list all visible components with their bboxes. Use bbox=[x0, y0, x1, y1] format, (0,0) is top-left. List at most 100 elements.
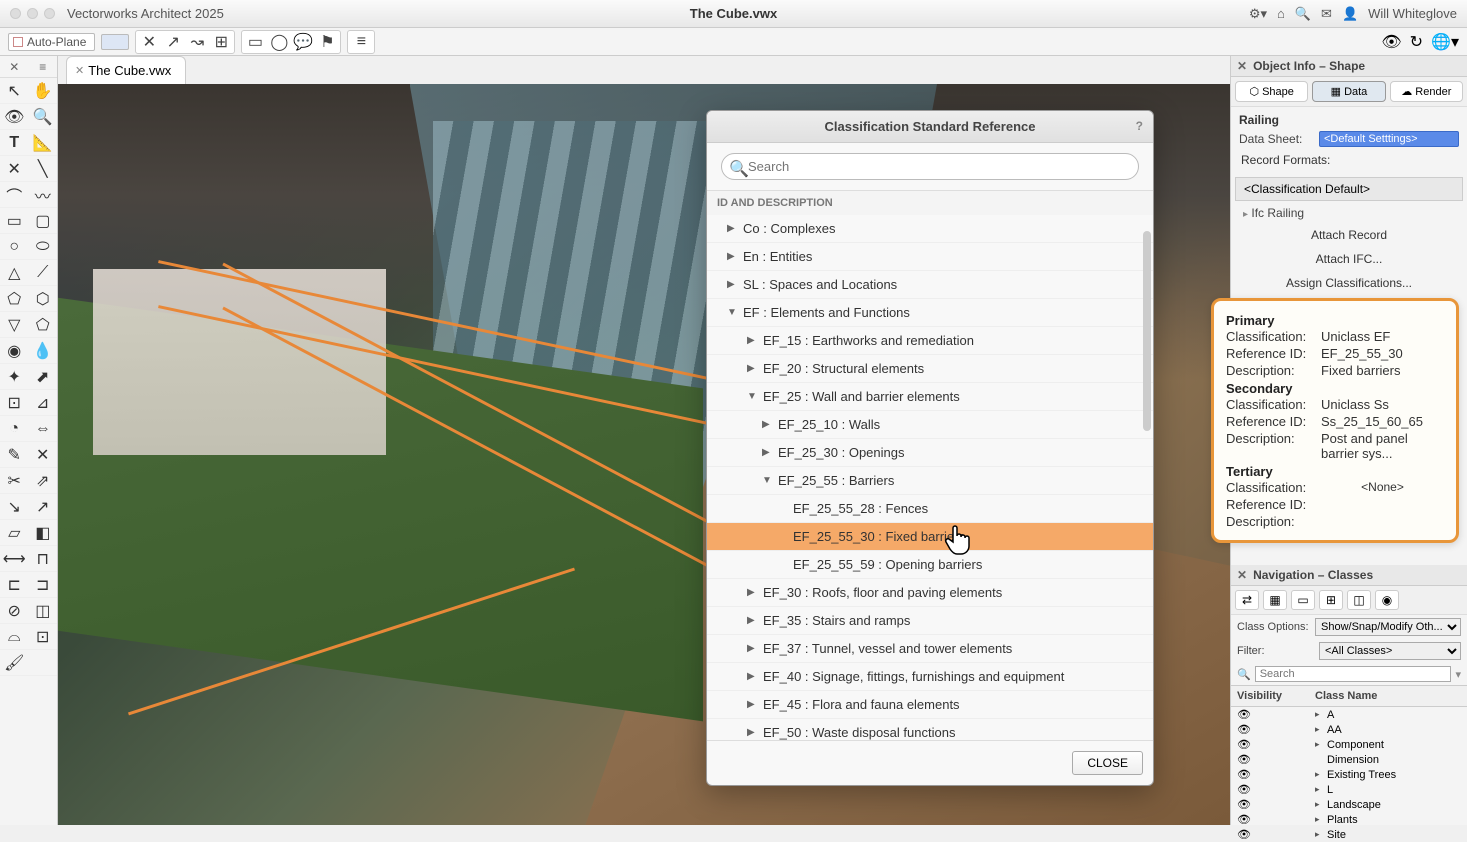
tool-icon[interactable]: ⊏ bbox=[0, 572, 29, 598]
tool-icon[interactable]: ↝ bbox=[186, 33, 208, 51]
dropdown-icon[interactable]: ▾ bbox=[1455, 668, 1461, 681]
tool-scissors-icon[interactable]: ✂ bbox=[0, 468, 29, 494]
eye-icon[interactable]: 👁 bbox=[1237, 813, 1261, 826]
tool-eyedrop-icon[interactable]: 💧 bbox=[29, 338, 58, 364]
tree-row[interactable]: ▶EF_37 : Tunnel, vessel and tower elemen… bbox=[707, 635, 1153, 663]
nav-icon[interactable]: ◫ bbox=[1347, 590, 1371, 610]
nav-icon[interactable]: ⇄ bbox=[1235, 590, 1259, 610]
tool-text-icon[interactable]: T bbox=[0, 130, 29, 156]
class-row[interactable]: 👁▸Component bbox=[1231, 737, 1467, 752]
tool-icon[interactable]: ◯ bbox=[268, 33, 290, 51]
globe-icon[interactable]: 🌐▾ bbox=[1431, 32, 1459, 52]
tool-orbit-icon[interactable]: 👁 bbox=[0, 104, 29, 130]
tool-icon[interactable]: ▱ bbox=[0, 520, 29, 546]
nav-icon[interactable]: ⊞ bbox=[1319, 590, 1343, 610]
tool-ellipse-icon[interactable]: ⬭ bbox=[29, 234, 58, 260]
tool-icon[interactable]: ▭ bbox=[244, 33, 266, 51]
scrollbar[interactable] bbox=[1143, 231, 1151, 431]
refresh-icon[interactable]: ↻ bbox=[1410, 32, 1423, 52]
tool-measure-icon[interactable]: 📐 bbox=[29, 130, 58, 156]
close-panel-icon[interactable]: ✕ bbox=[1237, 59, 1247, 73]
mail-icon[interactable]: ✉ bbox=[1321, 6, 1332, 22]
filter-select[interactable]: <All Classes> bbox=[1319, 642, 1461, 660]
class-row[interactable]: 👁Dimension bbox=[1231, 752, 1467, 767]
tool-icon[interactable]: ⊿ bbox=[29, 390, 58, 416]
eye-icon[interactable]: 👁 bbox=[1237, 708, 1261, 721]
class-row[interactable]: 👁▸A bbox=[1231, 707, 1467, 722]
nav-icon[interactable]: ▦ bbox=[1263, 590, 1287, 610]
tool-icon[interactable]: ⟷ bbox=[0, 546, 29, 572]
tool-roundrect-icon[interactable]: ▢ bbox=[29, 208, 58, 234]
tool-freehand-icon[interactable]: 〰 bbox=[29, 182, 58, 208]
tool-shape-icon[interactable]: ⬡ bbox=[29, 286, 58, 312]
tool-icon[interactable]: ◧ bbox=[29, 520, 58, 546]
close-window-icon[interactable] bbox=[10, 8, 21, 19]
tool-icon[interactable]: ▽ bbox=[0, 312, 29, 338]
tool-line-icon[interactable]: ╲ bbox=[29, 156, 58, 182]
tree-row[interactable]: EF_25_55_30 : Fixed barriers bbox=[707, 523, 1153, 551]
close-button[interactable]: CLOSE bbox=[1072, 751, 1143, 775]
tree-row[interactable]: ▼EF : Elements and Functions bbox=[707, 299, 1153, 327]
autoplane-toggle[interactable]: Auto-Plane bbox=[8, 33, 95, 51]
tree-row[interactable]: ▶EF_40 : Signage, fittings, furnishings … bbox=[707, 663, 1153, 691]
eye-icon[interactable]: 👁 bbox=[1237, 828, 1261, 841]
tool-icon[interactable]: ⊡ bbox=[29, 624, 58, 650]
tool-zoom-icon[interactable]: 🔍 bbox=[29, 104, 58, 130]
tree-row[interactable]: ▶EF_35 : Stairs and ramps bbox=[707, 607, 1153, 635]
tool-polygon-icon[interactable]: ⬠ bbox=[0, 286, 29, 312]
tree-row[interactable]: ▶EF_25_10 : Walls bbox=[707, 411, 1153, 439]
tool-icon[interactable]: ↗ bbox=[29, 494, 58, 520]
tree-row[interactable]: ▶Co : Complexes bbox=[707, 215, 1153, 243]
class-row[interactable]: 👁▸L bbox=[1231, 782, 1467, 797]
nav-search-input[interactable] bbox=[1255, 666, 1452, 682]
tool-triangle-icon[interactable]: △ bbox=[0, 260, 29, 286]
user-icon[interactable]: 👤 bbox=[1342, 6, 1358, 22]
close-panel-icon[interactable]: ✕ bbox=[1237, 568, 1247, 582]
tool-paint-icon[interactable]: 🖌 bbox=[0, 650, 29, 676]
tool-icon[interactable]: ≡ bbox=[350, 33, 372, 51]
tree-row[interactable]: ▶En : Entities bbox=[707, 243, 1153, 271]
datasheet-select[interactable]: <Default Setttings> bbox=[1319, 131, 1459, 147]
class-row[interactable]: 👁▸Landscape bbox=[1231, 797, 1467, 812]
tool-icon[interactable]: ⚑ bbox=[316, 33, 338, 51]
eye-icon[interactable]: 👁 bbox=[1237, 753, 1261, 766]
dialog-search-input[interactable] bbox=[721, 153, 1139, 180]
tree-row[interactable]: ▶EF_50 : Waste disposal functions bbox=[707, 719, 1153, 740]
tool-icon[interactable]: ⊞ bbox=[210, 33, 232, 51]
tool-rect-icon[interactable]: ▭ bbox=[0, 208, 29, 234]
tool-arc-icon[interactable]: ⌒ bbox=[0, 182, 29, 208]
close-icon[interactable]: ✕ bbox=[0, 56, 29, 77]
tree-row[interactable]: ▶SL : Spaces and Locations bbox=[707, 271, 1153, 299]
tab-render[interactable]: ☁Render bbox=[1390, 81, 1463, 102]
tool-icon[interactable]: ✕ bbox=[29, 442, 58, 468]
visibility-icon[interactable]: 👁 bbox=[1381, 32, 1401, 52]
tree-row[interactable]: ▶EF_15 : Earthworks and remediation bbox=[707, 327, 1153, 355]
tool-icon[interactable]: ⇗ bbox=[29, 468, 58, 494]
document-tab[interactable]: ✕ The Cube.vwx bbox=[66, 56, 186, 84]
tool-select-icon[interactable]: ⬈ bbox=[29, 364, 58, 390]
tool-icon[interactable]: ◫ bbox=[29, 598, 58, 624]
eye-icon[interactable]: 👁 bbox=[1237, 783, 1261, 796]
tree-row[interactable]: ▶EF_20 : Structural elements bbox=[707, 355, 1153, 383]
tree-row[interactable]: ▶EF_45 : Flora and fauna elements bbox=[707, 691, 1153, 719]
tool-icon[interactable]: ⊡ bbox=[0, 390, 29, 416]
gear-icon[interactable]: ⚙︎▾ bbox=[1249, 6, 1267, 22]
minimize-window-icon[interactable] bbox=[27, 8, 38, 19]
eye-icon[interactable]: 👁 bbox=[1237, 738, 1261, 751]
attach-ifc-button[interactable]: Attach IFC... bbox=[1238, 249, 1460, 269]
tool-brush-icon[interactable]: ✎ bbox=[0, 442, 29, 468]
tool-icon[interactable]: ✕ bbox=[0, 156, 29, 182]
eye-icon[interactable]: 👁 bbox=[1237, 768, 1261, 781]
tree-row[interactable]: EF_25_55_28 : Fences bbox=[707, 495, 1153, 523]
class-row[interactable]: 👁▸AA bbox=[1231, 722, 1467, 737]
nav-icon[interactable]: ◉ bbox=[1375, 590, 1399, 610]
tool-icon[interactable]: ↘ bbox=[0, 494, 29, 520]
tool-cursor-icon[interactable]: ↖ bbox=[0, 78, 29, 104]
tool-spiral-icon[interactable]: ◉ bbox=[0, 338, 29, 364]
tree-row[interactable]: ▶EF_30 : Roofs, floor and paving element… bbox=[707, 579, 1153, 607]
menu-icon[interactable]: ≡ bbox=[29, 56, 58, 77]
tool-circle-icon[interactable]: ○ bbox=[0, 234, 29, 260]
tool-icon[interactable]: ✕ bbox=[138, 33, 160, 51]
zoom-window-icon[interactable] bbox=[44, 8, 55, 19]
tool-icon[interactable]: ✦ bbox=[0, 364, 29, 390]
